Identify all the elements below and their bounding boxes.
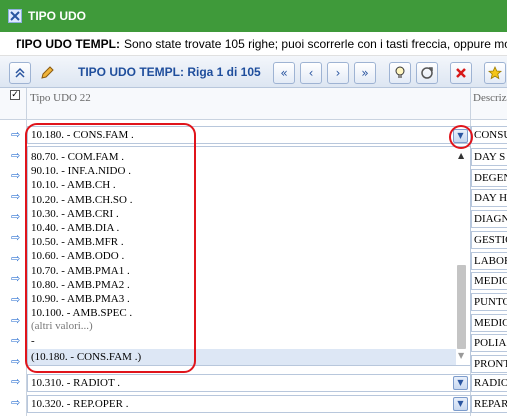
edit-pencil-icon[interactable] [36,62,58,84]
delete-icon[interactable] [450,62,472,84]
description-value: PUNTO [474,295,507,308]
row-selector-icon[interactable]: ⇨ [11,191,23,203]
star-icon[interactable] [484,62,506,84]
row-selector-icon[interactable]: ⇨ [11,315,23,327]
scroll-up-icon[interactable]: ▲ [458,151,464,160]
description-value: MEDIC [474,275,507,288]
row-selector-icon[interactable]: ⇨ [11,294,23,306]
description-value: PRONT [474,358,507,370]
row-selector-icon[interactable]: ⇨ [11,232,23,244]
description-value: RADIO [474,377,507,389]
previous-record-icon[interactable]: ‹ [300,62,322,84]
description-cell[interactable]: DIAGN [471,210,507,229]
description-cell[interactable]: RADIO [471,374,507,392]
tipo-udo-value: 10.320. - REP.OPER . [31,398,129,410]
message-bar: TIPO UDO TEMPL: Sono state trovate 105 r… [0,32,507,56]
column-header-descrizione[interactable]: Descriz [473,92,507,104]
dropdown-toggle-icon[interactable]: ▼ [453,397,468,411]
description-value: DAY S [474,151,506,163]
description-cell[interactable]: PUNTO [471,292,507,311]
dropdown-toggle-icon[interactable]: ▼ [453,376,468,390]
row-selector-icon[interactable]: ⇨ [11,150,23,162]
last-record-icon[interactable]: » [354,62,376,84]
description-cell[interactable]: REPAR [471,395,507,413]
description-value: GESTIO [474,233,507,246]
select-all-checkbox[interactable]: ✓ [10,90,20,100]
row-selector-icon[interactable]: ⇨ [11,376,23,388]
row-selector-icon[interactable]: ⇨ [11,170,23,182]
row-selector-icon[interactable]: ⇨ [11,253,23,265]
description-value: DAY H [474,192,507,205]
row-selector-icon[interactable]: ⇨ [11,273,23,285]
description-value: LABOR [474,254,507,267]
scrollbar-thumb[interactable] [457,265,466,349]
row-selector-icon[interactable]: ⇨ [11,356,23,368]
description-cell[interactable]: POLIA [471,334,507,353]
description-cell[interactable]: GESTIO [471,230,507,249]
record-title: TIPO UDO TEMPL: Riga 1 di 105 [78,65,261,79]
row-selector-icon[interactable]: ⇨ [11,211,23,223]
message-text: Sono state trovate 105 righe; puoi scorr… [124,36,507,51]
title-bar: TIPO UDO [0,0,507,32]
tipo-udo-cell[interactable]: 10.310. - RADIOT . [27,374,471,392]
description-value: POLIA [474,337,507,350]
description-value: DEGEN [474,171,507,184]
first-record-icon[interactable]: « [273,62,295,84]
description-cell[interactable]: DAY S [471,148,507,166]
description-value: DIAGN [474,213,507,226]
next-record-icon[interactable]: › [327,62,349,84]
tipo-udo-value: 10.310. - RADIOT . [31,377,121,389]
description-cell[interactable]: DAY H [471,189,507,208]
description-cell[interactable]: MEDIC [471,272,507,291]
description-value: REPAR [474,398,507,410]
message-bold: TIPO UDO TEMPL: [14,36,120,51]
description-value: CONSU [474,129,507,141]
refresh-icon[interactable] [416,62,438,84]
description-cell[interactable]: CONSU [471,126,507,144]
description-cell[interactable]: DEGEN [471,168,507,187]
highlight-annotation-dropdown [25,123,196,373]
lightbulb-icon[interactable] [389,62,411,84]
description-cell[interactable]: LABOR [471,251,507,270]
description-cell[interactable]: MEDIC [471,313,507,332]
grid-header: ✓ Tipo UDO 22 Descriz [0,88,507,120]
row-selector-icon[interactable]: ⇨ [11,129,23,141]
window-close-icon[interactable] [8,9,22,23]
description-value: MEDIC [474,316,507,329]
column-header-tipo-udo[interactable]: Tipo UDO 22 [30,92,91,104]
window-title: TIPO UDO [28,9,87,23]
highlight-annotation-toggle [449,125,473,149]
row-selector-icon[interactable]: ⇨ [11,335,23,347]
row-selector-icon[interactable]: ⇨ [11,397,23,409]
scroll-down-icon[interactable]: ▼ [458,351,464,360]
tipo-udo-cell[interactable]: 10.320. - REP.OPER . [27,395,471,413]
description-cell[interactable]: PRONT [471,355,507,373]
collapse-icon[interactable] [9,62,31,84]
dropdown-scrollbar[interactable]: ▲ ▼ [456,147,468,365]
toolbar: TIPO UDO TEMPL: Riga 1 di 105 « ‹ › » [0,56,507,88]
